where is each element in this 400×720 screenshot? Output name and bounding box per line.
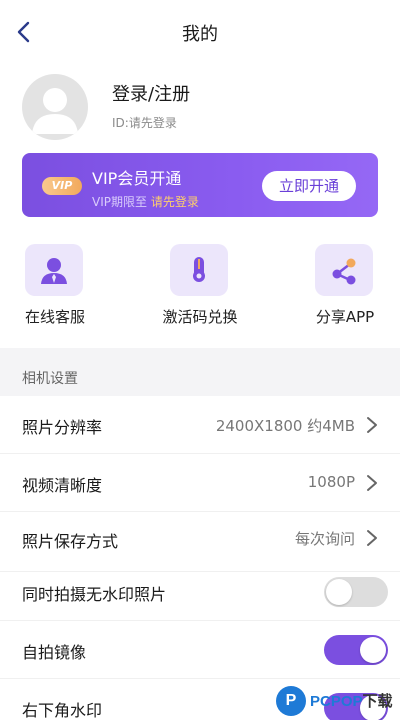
quick-action-customer-service[interactable]: 在线客服 <box>0 240 110 340</box>
toggle-knob <box>360 637 386 663</box>
login-register-link[interactable]: 登录/注册 <box>112 80 190 106</box>
chevron-right-icon <box>367 475 377 491</box>
setting-value: 1080P <box>307 473 355 491</box>
no-watermark-toggle[interactable] <box>324 577 388 607</box>
watermark-brand: PCPOP <box>310 693 363 710</box>
toggle-knob <box>326 579 352 605</box>
vip-expiry-value: 请先登录 <box>150 195 199 209</box>
setting-label: 自拍镜像 <box>22 643 87 662</box>
vip-badge: VIP <box>42 177 82 195</box>
setting-row-selfie-mirror: 自拍镜像 <box>0 621 400 679</box>
setting-label: 同时拍摄无水印照片 <box>22 585 167 604</box>
setting-label: 照片分辨率 <box>22 418 103 437</box>
quick-action-label: 激活码兑换 <box>162 308 238 326</box>
quick-action-label: 分享APP <box>315 308 375 326</box>
quick-action-activation-code[interactable]: 激活码兑换 <box>145 240 255 340</box>
default-avatar-icon <box>32 88 78 134</box>
profile-section: 登录/注册 ID:请先登录 <box>0 70 400 140</box>
user-id-label: ID:请先登录 <box>112 116 177 130</box>
vip-card[interactable]: VIP VIP会员开通 VIP期限至 请先登录 立即开通 <box>22 153 378 217</box>
quick-action-icon-box <box>315 244 373 296</box>
quick-action-icon-box <box>25 244 83 296</box>
key-icon <box>193 257 205 282</box>
camera-settings-header: 相机设置 <box>0 348 400 396</box>
setting-value: 每次询问 <box>294 530 355 548</box>
vip-activate-button[interactable]: 立即开通 <box>262 171 356 201</box>
chevron-right-icon <box>367 417 377 433</box>
quick-action-icon-box <box>170 244 228 296</box>
quick-action-label: 在线客服 <box>24 308 85 326</box>
section-title: 相机设置 <box>22 371 78 387</box>
watermark-text: PCPOP下载 <box>310 690 393 711</box>
setting-row-video-quality[interactable]: 视频清晰度 1080P <box>0 454 400 512</box>
selfie-mirror-toggle[interactable] <box>324 635 388 665</box>
setting-row-photo-resolution[interactable]: 照片分辨率 2400X1800 约4MB <box>0 396 400 454</box>
customer-service-icon <box>41 258 67 284</box>
page-title: 我的 <box>182 24 218 45</box>
watermark-suffix: 下载 <box>362 693 393 710</box>
share-icon <box>332 258 356 285</box>
vip-expiry: VIP期限至 请先登录 <box>92 193 199 210</box>
watermark-logo: P <box>276 686 306 716</box>
vip-title: VIP会员开通 <box>92 169 182 188</box>
setting-value: 2400X1800 约4MB <box>215 417 355 435</box>
quick-actions: 在线客服 激活码兑换 分享APP <box>0 240 400 340</box>
setting-label: 视频清晰度 <box>22 476 103 495</box>
site-watermark: P PCPOP下载 <box>272 684 400 720</box>
vip-expiry-prefix: VIP期限至 <box>92 195 147 209</box>
chevron-right-icon <box>367 530 377 546</box>
quick-action-share-app[interactable]: 分享APP <box>290 240 400 340</box>
header-bar: 我的 <box>0 0 400 64</box>
setting-label: 照片保存方式 <box>22 532 119 551</box>
avatar[interactable] <box>22 74 88 140</box>
setting-label: 右下角水印 <box>22 701 103 720</box>
setting-row-no-watermark-photo: 同时拍摄无水印照片 <box>0 563 400 621</box>
